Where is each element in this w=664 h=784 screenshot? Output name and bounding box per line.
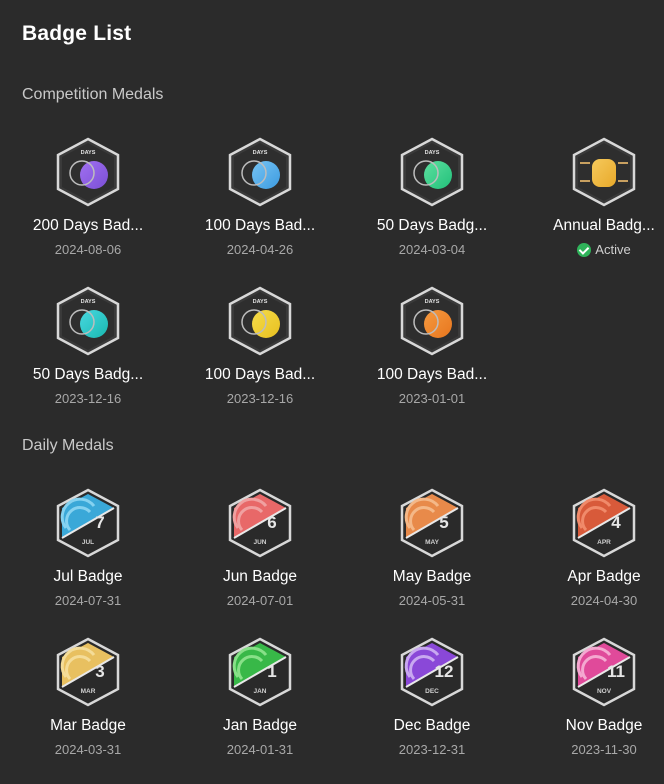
svg-text:DAYS: DAYS bbox=[253, 299, 268, 305]
medal-hex-icon: 6JUN bbox=[228, 488, 292, 558]
svg-text:6: 6 bbox=[267, 513, 276, 532]
svg-text:MAY: MAY bbox=[425, 539, 440, 546]
medal-hex-icon: 5 MAY bbox=[400, 488, 464, 558]
badge-name: 200 Days Bad... bbox=[32, 217, 144, 234]
svg-text:APR: APR bbox=[597, 539, 611, 546]
badge-name: Jun Badge bbox=[222, 568, 298, 585]
svg-text:DAYS: DAYS bbox=[425, 299, 440, 305]
status-text: Active bbox=[595, 242, 631, 257]
badge-item[interactable]: 3 MAR Mar Badge 2024-03-31 bbox=[2, 623, 174, 763]
badge-item[interactable]: DAYS 100 Days Bad... 2023-12-16 bbox=[174, 272, 346, 412]
badge-name: 50 Days Badg... bbox=[32, 366, 144, 383]
badge-item[interactable]: 11 NOV Nov Badge 2023-11-30 bbox=[518, 623, 664, 763]
badge-item[interactable]: 4 APR Apr Badge 2024-04-30 bbox=[518, 474, 664, 614]
section-title-competition: Competition Medals bbox=[22, 86, 164, 103]
svg-text:1: 1 bbox=[267, 662, 276, 681]
badge-item[interactable]: DAYS 50 Days Badg... 2023-12-16 bbox=[2, 272, 174, 412]
svg-text:5: 5 bbox=[439, 513, 448, 532]
badge-item[interactable]: DAYS 100 Days Bad... 2023-01-01 bbox=[346, 272, 518, 412]
page-title: Badge List bbox=[22, 22, 132, 45]
badge-name: 100 Days Bad... bbox=[204, 366, 316, 383]
badge-date: 2023-01-01 bbox=[398, 391, 466, 406]
badge-date: 2023-11-30 bbox=[571, 742, 637, 757]
badge-date: 2024-08-06 bbox=[54, 242, 122, 257]
badge-item[interactable]: 12 DEC Dec Badge 2023-12-31 bbox=[346, 623, 518, 763]
svg-text:DAYS: DAYS bbox=[81, 299, 96, 305]
badge-item[interactable]: DAYS 100 Days Bad... 2024-04-26 bbox=[174, 123, 346, 263]
svg-text:JUN: JUN bbox=[253, 539, 266, 546]
svg-text:4: 4 bbox=[611, 513, 621, 532]
badge-name: Mar Badge bbox=[50, 717, 126, 734]
badge-name: Dec Badge bbox=[393, 717, 471, 734]
badge-item[interactable]: 5 MAY May Badge 2024-05-31 bbox=[346, 474, 518, 614]
svg-text:DAYS: DAYS bbox=[81, 150, 96, 156]
badge-item[interactable]: DAYS 200 Days Bad... 2024-08-06 bbox=[2, 123, 174, 263]
svg-text:NOV: NOV bbox=[597, 688, 612, 695]
badge-item[interactable]: 1 JAN Jan Badge 2024-01-31 bbox=[174, 623, 346, 763]
medal-hex-icon: DAYS bbox=[56, 137, 120, 207]
medal-hex-icon: 12 DEC bbox=[400, 637, 464, 707]
badge-date: 2024-07-01 bbox=[226, 593, 294, 608]
svg-text:JAN: JAN bbox=[253, 688, 266, 695]
badge-name: Nov Badge bbox=[565, 717, 643, 734]
svg-text:JUL: JUL bbox=[82, 539, 94, 546]
badge-name: Apr Badge bbox=[567, 568, 641, 585]
badge-date: 2023-12-16 bbox=[226, 391, 294, 406]
badge-item[interactable]: DAYS 50 Days Badg... 2024-03-04 bbox=[346, 123, 518, 263]
medal-hex-icon bbox=[572, 137, 636, 207]
badge-name: Jan Badge bbox=[222, 717, 298, 734]
badge-date: 2024-07-31 bbox=[54, 593, 122, 608]
badge-status: Active bbox=[518, 242, 664, 257]
badge-date: 2024-03-31 bbox=[54, 742, 122, 757]
medal-hex-icon: DAYS bbox=[400, 286, 464, 356]
badge-name: Annual Badg... bbox=[553, 217, 655, 234]
svg-text:DAYS: DAYS bbox=[425, 150, 440, 156]
badge-name: 100 Days Bad... bbox=[376, 366, 488, 383]
medal-hex-icon: DAYS bbox=[400, 137, 464, 207]
medal-hex-icon: DAYS bbox=[228, 286, 292, 356]
badge-name: 100 Days Bad... bbox=[204, 217, 316, 234]
medal-hex-icon: 11 NOV bbox=[572, 637, 636, 707]
svg-text:11: 11 bbox=[607, 662, 625, 681]
medal-hex-icon: 1JAN bbox=[228, 637, 292, 707]
svg-text:DAYS: DAYS bbox=[253, 150, 268, 156]
svg-text:7: 7 bbox=[95, 513, 104, 532]
badge-item[interactable]: Annual Badg... Active bbox=[518, 123, 664, 263]
svg-text:3: 3 bbox=[95, 662, 104, 681]
badge-item[interactable]: 7 JUL Jul Badge 2024-07-31 bbox=[2, 474, 174, 614]
badge-date: 2024-01-31 bbox=[226, 742, 294, 757]
medal-hex-icon: 3 MAR bbox=[56, 637, 120, 707]
badge-date: 2024-03-04 bbox=[398, 242, 466, 257]
badge-item[interactable]: 6 JUN Jun Badge 2024-07-01 bbox=[174, 474, 346, 614]
badge-name: May Badge bbox=[392, 568, 472, 585]
badge-date: 2023-12-16 bbox=[54, 391, 122, 406]
badge-date: 2024-05-31 bbox=[398, 593, 466, 608]
badge-name: Jul Badge bbox=[53, 568, 123, 585]
badge-name: 50 Days Badg... bbox=[376, 217, 488, 234]
medal-hex-icon: 4APR bbox=[572, 488, 636, 558]
svg-text:12: 12 bbox=[435, 662, 454, 681]
badge-date: 2024-04-26 bbox=[226, 242, 294, 257]
svg-text:DEC: DEC bbox=[425, 688, 439, 695]
section-title-daily: Daily Medals bbox=[22, 437, 114, 454]
check-circle-icon bbox=[577, 242, 592, 257]
medal-hex-icon: DAYS bbox=[56, 286, 120, 356]
svg-text:MAR: MAR bbox=[81, 688, 96, 695]
medal-hex-icon: 7JUL bbox=[56, 488, 120, 558]
badge-date: 2024-04-30 bbox=[570, 593, 638, 608]
badge-date: 2023-12-31 bbox=[398, 742, 466, 757]
medal-hex-icon: DAYS bbox=[228, 137, 292, 207]
